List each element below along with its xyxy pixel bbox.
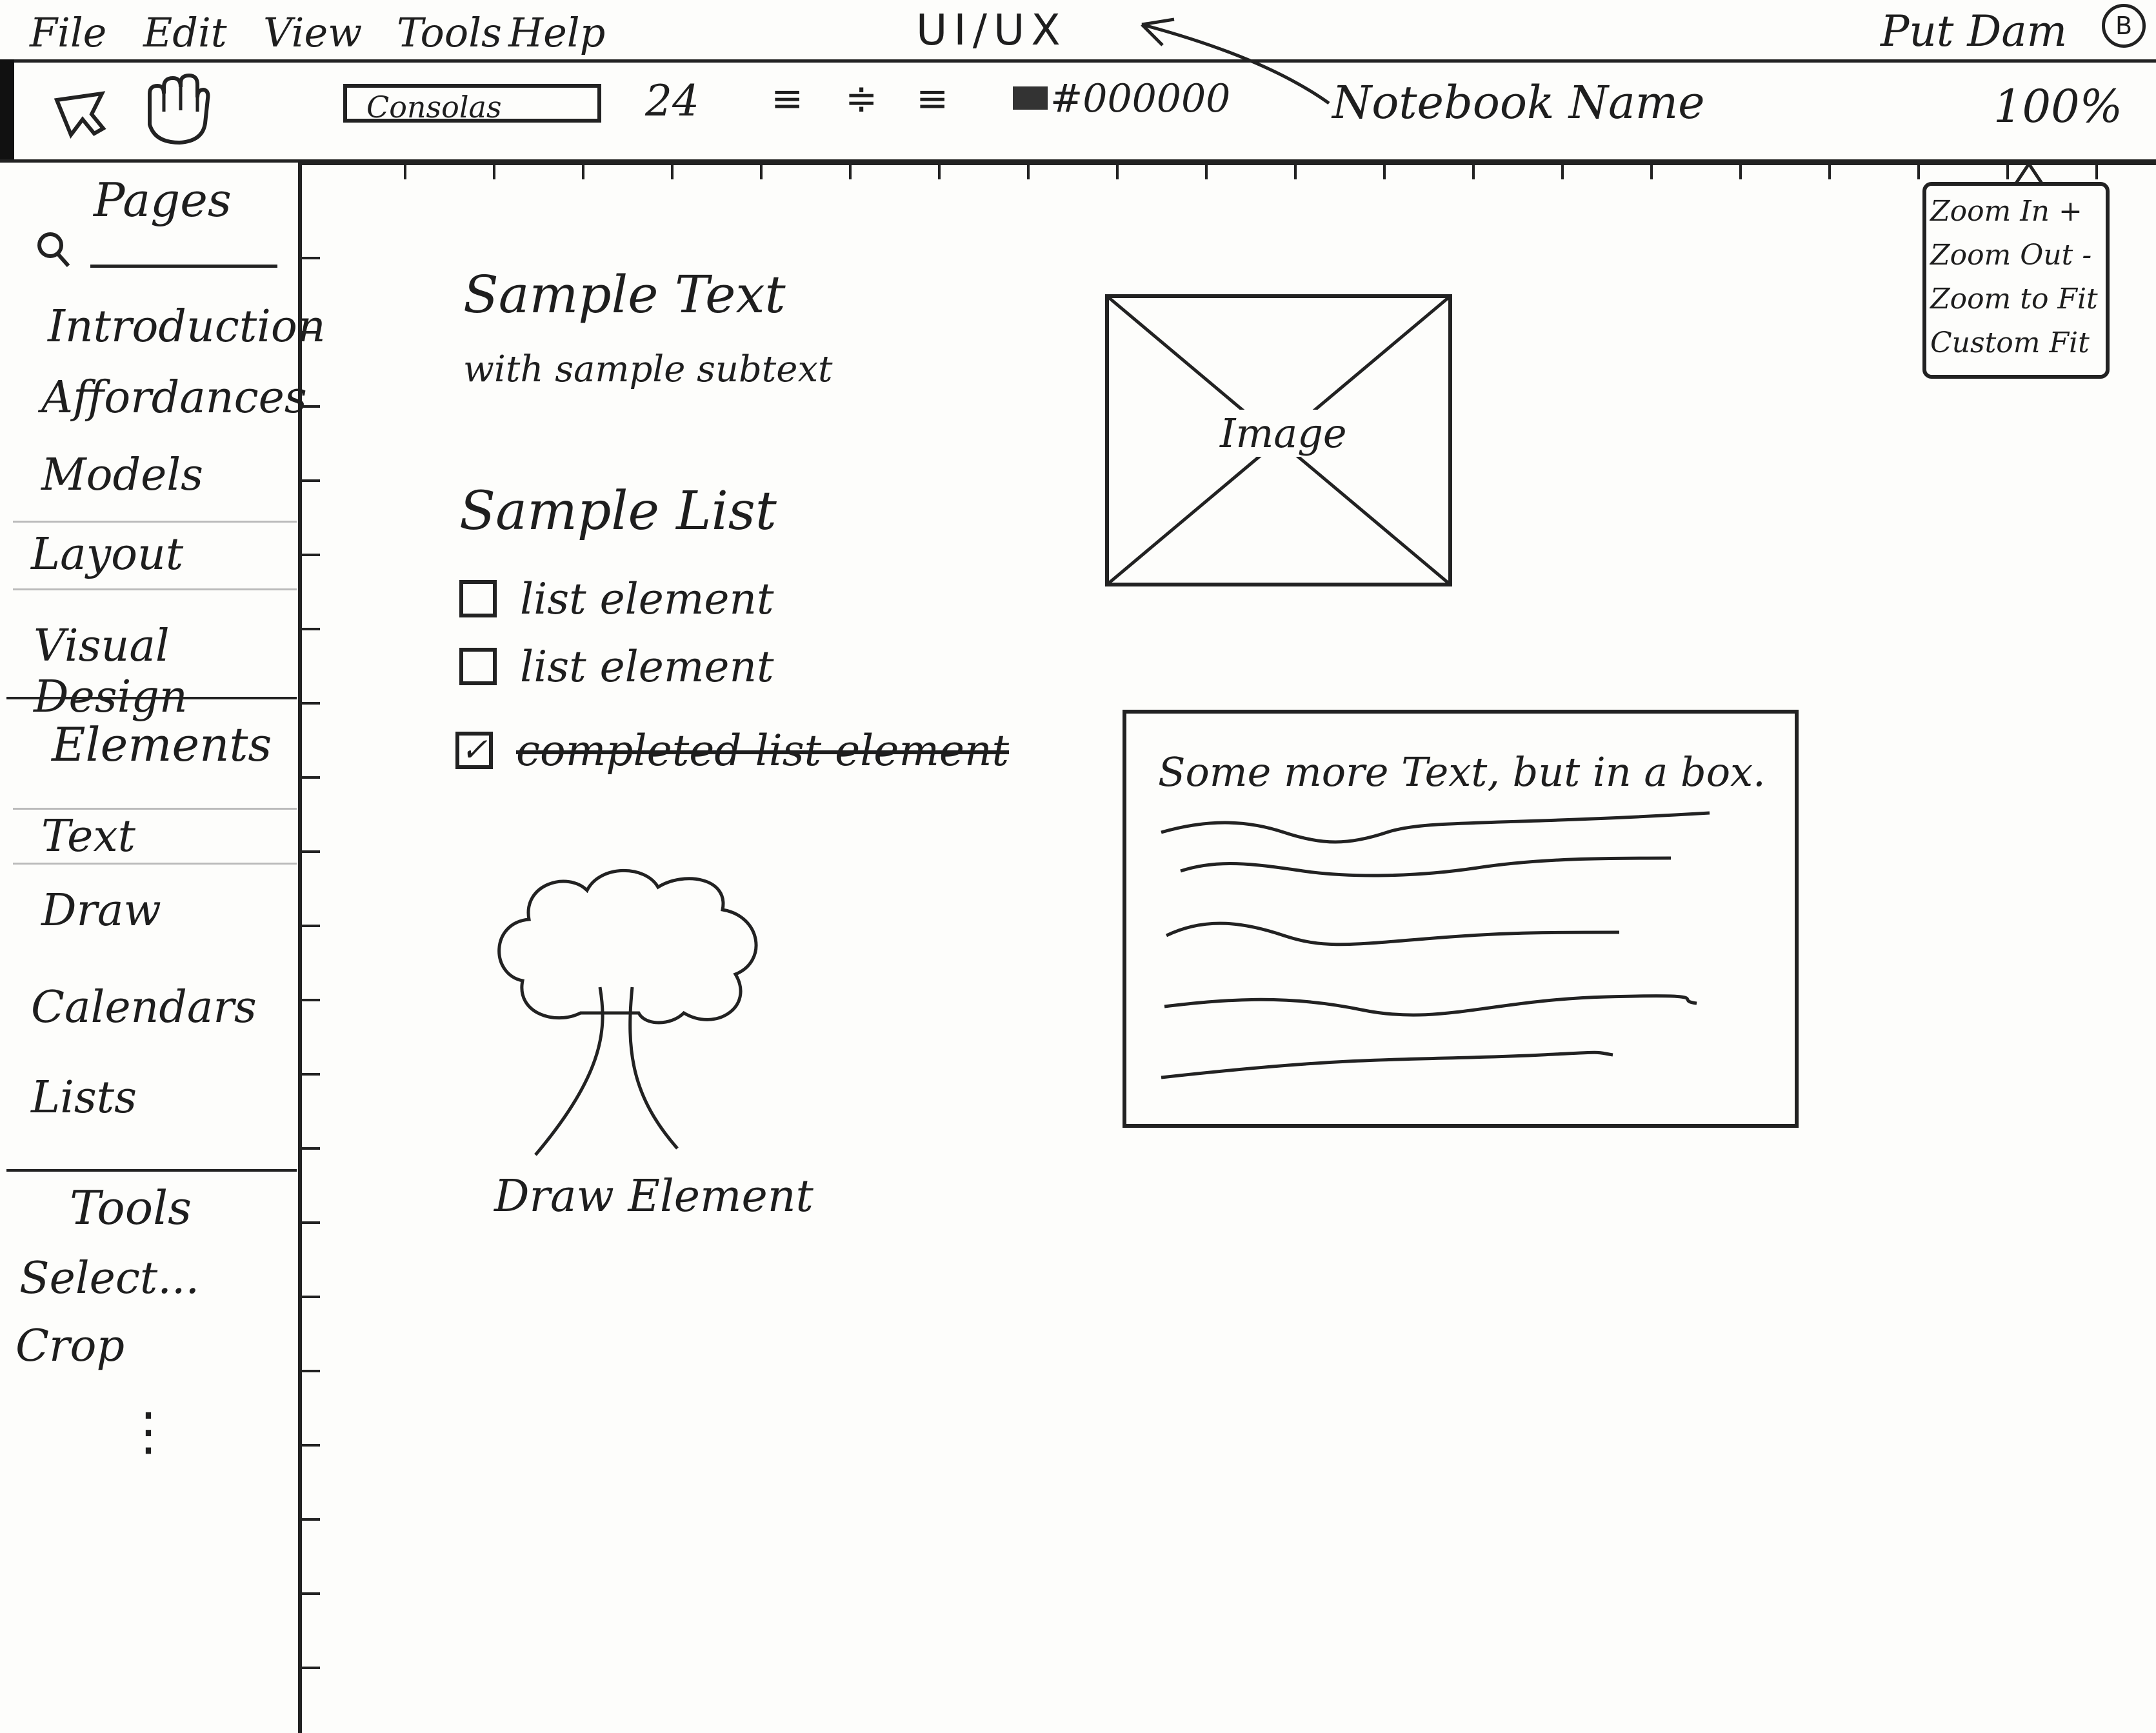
zoom-menu-pointer-icon: [2014, 161, 2044, 185]
tool-crop[interactable]: Crop: [15, 1321, 125, 1372]
sidebar-item-introduction[interactable]: Introduction: [48, 301, 326, 352]
divider: [13, 808, 297, 810]
divider: [13, 863, 297, 865]
horizontal-ruler: [302, 163, 2156, 179]
list-item-label-completed[interactable]: completed list element: [516, 726, 1009, 776]
custom-fit-item[interactable]: Custom Fit: [1930, 321, 2102, 365]
list-item-label[interactable]: list element: [520, 642, 774, 692]
page-search-input[interactable]: [90, 265, 277, 268]
zoom-out-item[interactable]: Zoom Out -: [1930, 234, 2102, 277]
sidebar-item-visual-design[interactable]: Visual Design: [34, 621, 298, 723]
image-label: Image: [1216, 410, 1351, 457]
sidebar-item-layout[interactable]: Layout: [31, 529, 183, 580]
align-left-button[interactable]: ≡: [771, 76, 803, 121]
menu-view[interactable]: View: [263, 9, 362, 56]
list-title[interactable]: Sample List: [459, 481, 777, 542]
list-item: ✓ completed list element: [455, 726, 1009, 776]
zoom-in-item[interactable]: Zoom In +: [1930, 190, 2102, 234]
zoom-level[interactable]: 100%: [1993, 80, 2122, 133]
elements-title: Elements: [52, 717, 272, 772]
sidebar-item-text[interactable]: Text: [41, 811, 135, 862]
divider: [13, 521, 297, 523]
menu-file[interactable]: File: [30, 9, 106, 56]
divider: [6, 1169, 297, 1172]
sidebar-item-lists[interactable]: Lists: [31, 1072, 137, 1123]
font-size-field[interactable]: 24: [645, 76, 699, 126]
tool-select[interactable]: Select...: [19, 1253, 199, 1304]
pages-title: Pages: [94, 173, 232, 227]
divider: [6, 697, 297, 699]
checkbox-checked-icon[interactable]: ✓: [455, 732, 493, 769]
sample-subtext[interactable]: with sample subtext: [463, 348, 833, 390]
notebook-name[interactable]: Notebook Name: [1332, 76, 1705, 129]
tree-drawing-icon[interactable]: [477, 858, 787, 1161]
app-title: UI/UX: [916, 5, 1067, 55]
zoom-menu: Zoom In + Zoom Out - Zoom to Fit Custom …: [1922, 182, 2110, 379]
user-name[interactable]: Put Dam: [1881, 6, 2067, 56]
sample-text-heading[interactable]: Sample Text: [463, 265, 786, 325]
checkbox-unchecked[interactable]: [459, 580, 497, 617]
color-value-field[interactable]: #000000: [1050, 76, 1230, 121]
text-box-title[interactable]: Some more Text, but in a box.: [1158, 748, 1766, 796]
cursor-arrow-icon[interactable]: [52, 88, 110, 140]
draw-element-label[interactable]: Draw Element: [494, 1171, 813, 1222]
avatar[interactable]: B: [2102, 4, 2146, 48]
menu-edit[interactable]: Edit: [143, 9, 227, 56]
search-icon[interactable]: [35, 228, 74, 271]
tools-title: Tools: [70, 1181, 192, 1235]
list-item: list element: [459, 574, 774, 624]
font-family-select[interactable]: Consolas: [343, 84, 601, 125]
sidebar: Pages Introduction Affordances Models La…: [0, 163, 326, 1733]
menu-help[interactable]: Help: [508, 9, 605, 56]
hand-icon[interactable]: [141, 72, 212, 148]
list-item: list element: [459, 642, 774, 692]
color-swatch[interactable]: [1013, 86, 1048, 110]
checkbox-unchecked[interactable]: [459, 648, 497, 685]
vertical-ruler: [298, 257, 320, 1669]
sidebar-item-calendars[interactable]: Calendars: [31, 982, 257, 1033]
list-item-label[interactable]: list element: [520, 574, 774, 624]
menu-bar: File Edit View Tools Help UI/UX Put Dam …: [0, 0, 2156, 63]
text-box-scribble-lines: [1161, 811, 1710, 1079]
more-tools-icon[interactable]: ⋮: [123, 1401, 174, 1461]
sidebar-item-draw[interactable]: Draw: [41, 885, 161, 936]
divider: [13, 588, 297, 590]
align-right-button[interactable]: ≡: [916, 76, 948, 121]
menu-tools[interactable]: Tools: [397, 9, 502, 56]
sidebar-item-affordances[interactable]: Affordances: [41, 372, 307, 423]
sidebar-item-models[interactable]: Models: [41, 450, 203, 501]
align-center-button[interactable]: ≑: [845, 76, 877, 121]
zoom-to-fit-item[interactable]: Zoom to Fit: [1930, 277, 2102, 321]
